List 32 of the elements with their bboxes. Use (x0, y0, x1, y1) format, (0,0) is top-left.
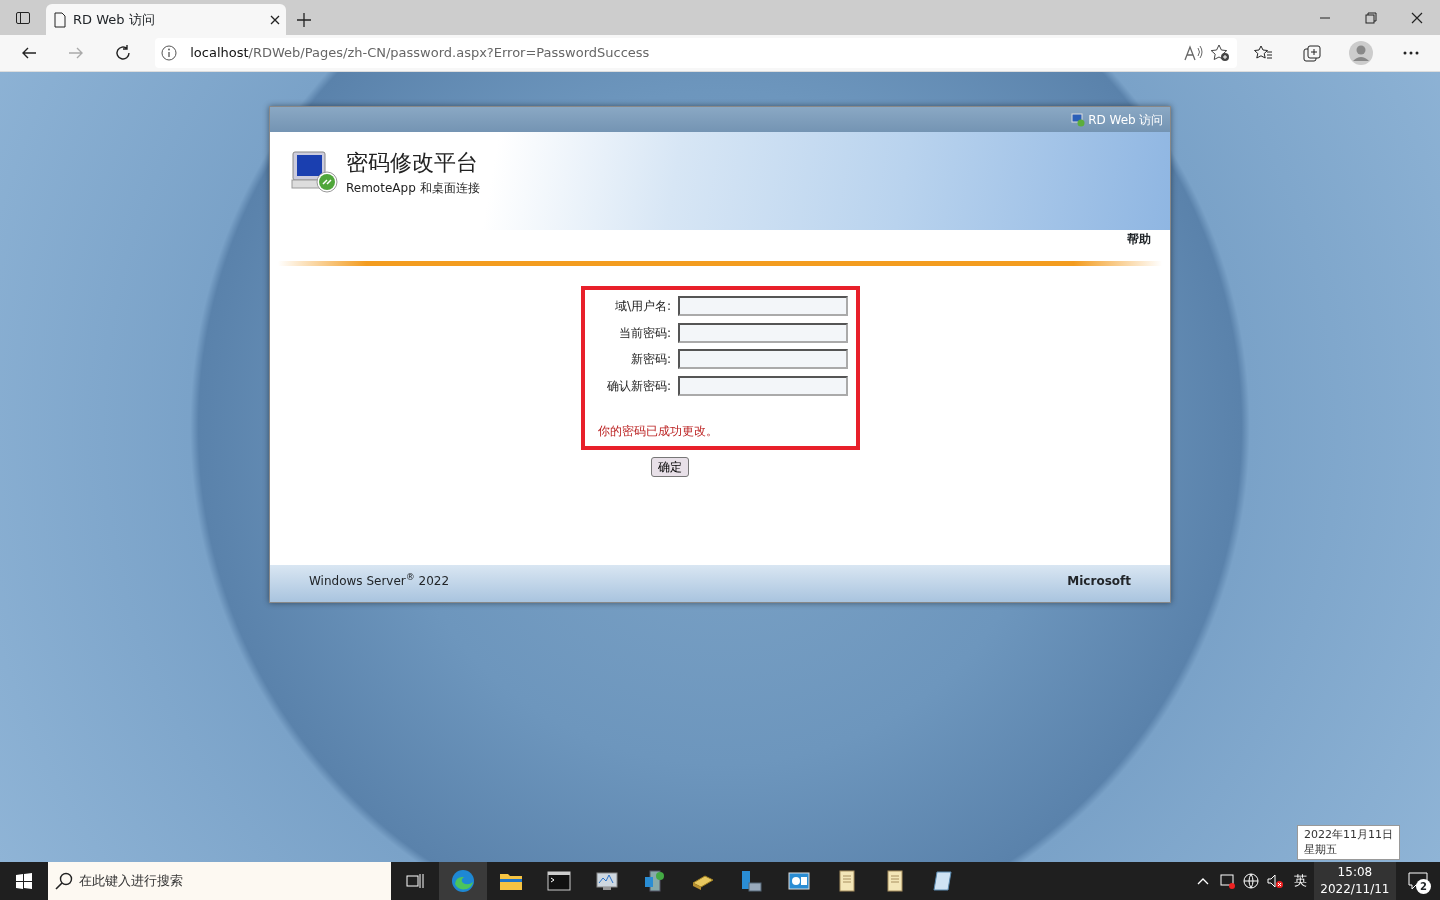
date-tooltip: 2022年11月11日 星期五 (1297, 825, 1400, 860)
tab-title: RD Web 访问 (73, 10, 156, 29)
input-method-indicator[interactable]: 英 (1287, 871, 1314, 891)
read-aloud-icon[interactable] (1183, 44, 1204, 62)
page-subtitle: RemoteApp 和桌面连接 (346, 179, 480, 197)
remote-desktop-icon (1070, 112, 1085, 127)
browser-tab[interactable]: RD Web 访问 (46, 4, 286, 35)
page-title: 密码修改平台 (346, 148, 479, 177)
vendor-name: Microsoft (1067, 572, 1131, 590)
page-icon (52, 11, 67, 28)
field-label: 新密码: (629, 351, 671, 368)
field-label: 域\用户名: (613, 298, 671, 315)
notification-count: 2 (1416, 879, 1431, 894)
info-icon[interactable] (161, 45, 178, 61)
submit-button[interactable]: 确定 (651, 456, 689, 477)
notification-icon[interactable] (1408, 872, 1428, 890)
portal-label: RD Web 访问 (1088, 111, 1164, 129)
input-field[interactable] (677, 296, 848, 316)
input-field[interactable] (677, 322, 848, 343)
search-field[interactable]: 在此键入进行搜索 (48, 862, 391, 900)
search-icon (54, 872, 73, 890)
close-icon[interactable] (269, 14, 280, 25)
star-add-icon[interactable] (1210, 44, 1230, 62)
input-field[interactable] (677, 349, 848, 369)
browser-icon[interactable] (439, 862, 487, 900)
input-field[interactable] (677, 375, 848, 396)
clock[interactable]: 15:08 2022/11/11 (1313, 862, 1396, 900)
field-label: 当前密码: (617, 324, 671, 342)
product-name: Windows Server$^{®}$ 2022 (309, 571, 450, 590)
field-label: 确认新密码: (605, 377, 671, 395)
success-message: 你的密码已成功更改。 (596, 422, 719, 440)
help-link[interactable]: 帮助 (1126, 230, 1151, 248)
